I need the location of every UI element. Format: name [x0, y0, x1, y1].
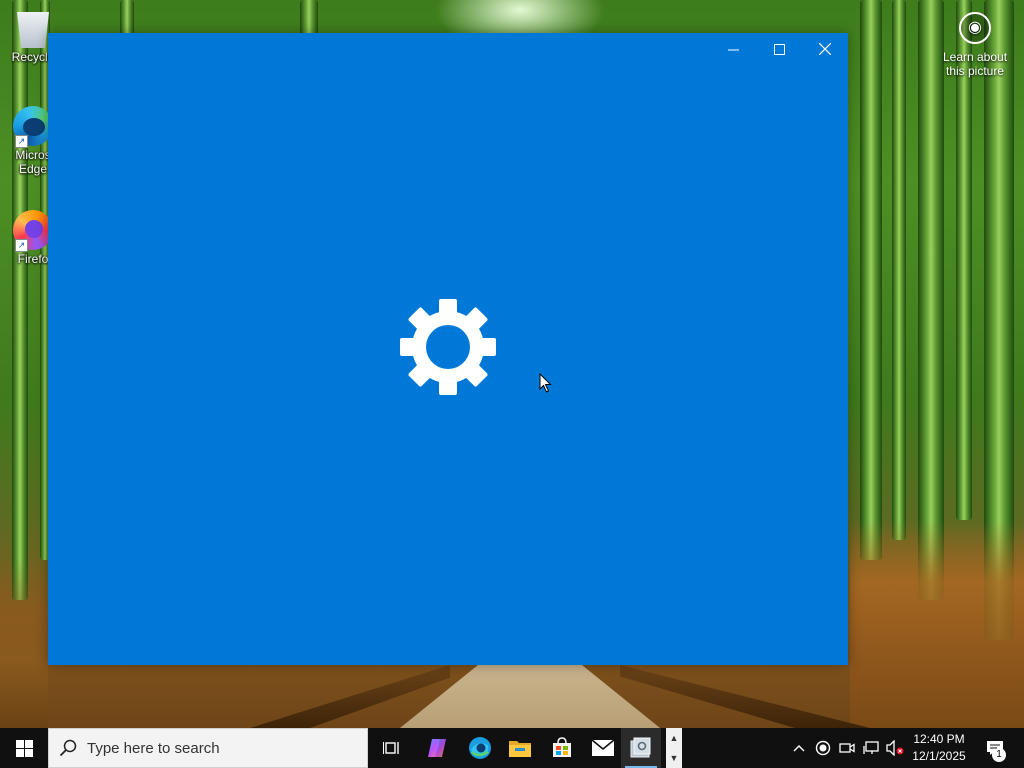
settings-taskbar-button[interactable]	[621, 728, 661, 768]
shortcut-arrow-icon: ↗	[15, 135, 28, 148]
task-view-icon	[383, 742, 399, 754]
start-button[interactable]	[0, 728, 48, 768]
close-icon	[819, 43, 831, 55]
camera-icon: ◉	[959, 12, 991, 44]
maximize-icon	[773, 43, 785, 55]
chevron-up-icon[interactable]: ▲	[670, 733, 679, 743]
clock-time: 12:40 PM	[913, 732, 965, 746]
windows-logo-icon	[15, 739, 33, 757]
mail-icon	[591, 739, 615, 756]
wallpaper-bamboo	[860, 0, 882, 560]
tray-network-button[interactable]	[860, 728, 882, 768]
gear-icon	[400, 299, 496, 395]
wallpaper-fence	[620, 665, 870, 728]
tray-record-button[interactable]	[812, 728, 834, 768]
desktop-icon-label: Micros Edge	[15, 148, 51, 176]
notification-count-badge: 1	[992, 748, 1006, 762]
tray-volume-button[interactable]	[884, 728, 906, 768]
minimize-button[interactable]	[710, 33, 756, 65]
network-icon	[863, 741, 879, 754]
record-icon	[815, 740, 831, 756]
recycle-bin-icon	[17, 12, 49, 48]
wallpaper-bamboo	[956, 0, 972, 520]
wallpaper-bamboo	[892, 0, 906, 540]
task-view-button[interactable]	[372, 728, 412, 768]
wallpaper-bamboo	[918, 0, 944, 600]
system-clock[interactable]: 12:40 PM 12/1/2025	[906, 731, 972, 765]
settings-splash-window[interactable]	[48, 33, 848, 665]
edge-taskbar-button[interactable]	[460, 728, 500, 768]
store-icon	[553, 737, 571, 757]
maximize-button[interactable]	[756, 33, 802, 65]
edge-icon	[469, 737, 491, 759]
search-icon	[59, 739, 77, 757]
taskbar-scroll-control[interactable]: ▲ ▼	[666, 728, 682, 768]
close-button[interactable]	[802, 33, 848, 65]
shortcut-arrow-icon: ↗	[15, 239, 28, 252]
learn-about-picture[interactable]: ◉ Learn about this picture	[938, 12, 1012, 78]
mouse-cursor-icon	[539, 373, 552, 393]
learn-about-picture-label: Learn about this picture	[942, 50, 1008, 78]
wallpaper-ground	[850, 520, 1024, 728]
search-placeholder: Type here to search	[87, 739, 220, 757]
microsoft-store-button[interactable]	[542, 728, 582, 768]
file-explorer-button[interactable]	[500, 728, 540, 768]
settings-app-icon	[630, 737, 651, 758]
wallpaper-bamboo	[12, 0, 28, 600]
firefox-icon: ↗	[13, 210, 53, 252]
chevron-up-icon	[793, 745, 805, 752]
chevron-down-icon[interactable]: ▼	[670, 753, 679, 763]
copilot-button[interactable]	[418, 728, 458, 768]
tray-meet-button[interactable]	[836, 728, 858, 768]
show-hidden-icons-button[interactable]	[788, 728, 810, 768]
edge-icon: ↗	[13, 106, 53, 148]
search-box[interactable]: Type here to search	[48, 728, 368, 768]
clock-date: 12/1/2025	[912, 749, 966, 763]
mail-button[interactable]	[583, 728, 623, 768]
volume-muted-icon	[886, 740, 904, 756]
desktop-icon-label: Firefo	[17, 252, 49, 266]
wallpaper-ground	[0, 560, 48, 728]
copilot-icon	[428, 739, 446, 757]
taskbar: Type here to search ▲ ▼ 12:40 PM 12/1/20…	[0, 728, 1024, 768]
file-explorer-icon	[509, 741, 531, 757]
camera-icon	[839, 743, 855, 753]
minimize-icon	[727, 49, 739, 50]
